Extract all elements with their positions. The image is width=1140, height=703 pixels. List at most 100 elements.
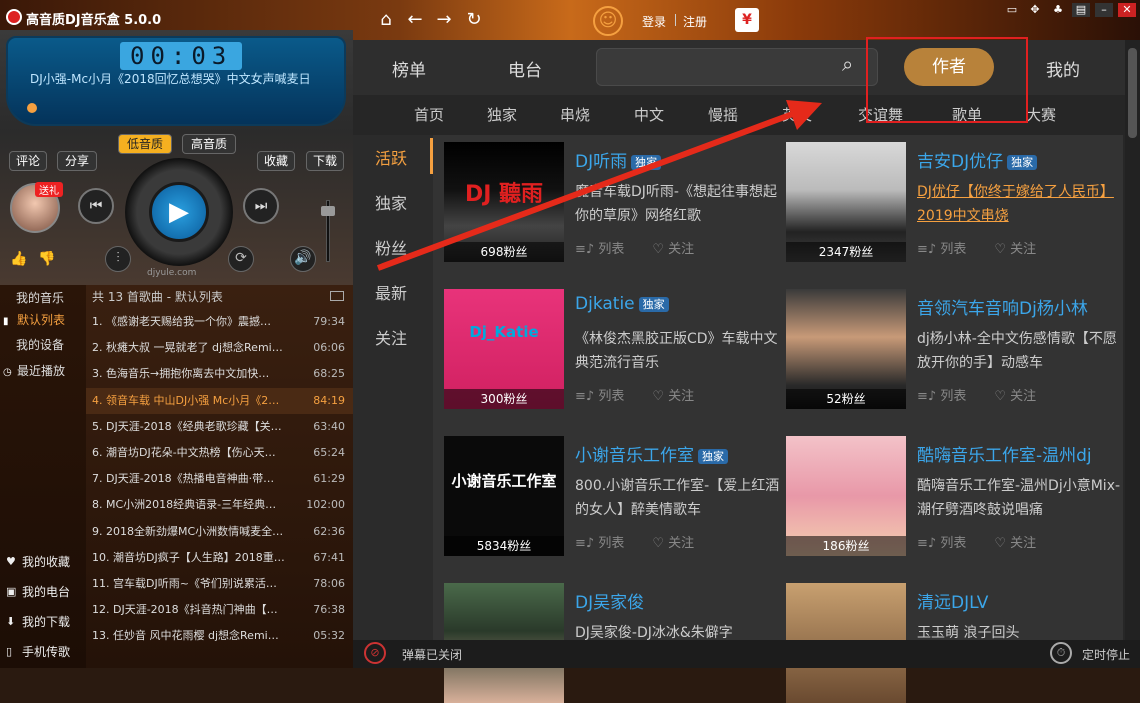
follow-button[interactable]: ♡ 关注	[994, 389, 1050, 404]
author-avatar[interactable]: 小谢音乐工作室 5834粉丝	[444, 436, 564, 556]
user-icon[interactable]: ☺	[593, 6, 623, 36]
list-button[interactable]: ≡♪ 列表	[575, 536, 638, 551]
previous-icon[interactable]: ⏮	[78, 188, 114, 224]
progress-dot[interactable]	[27, 103, 37, 113]
tab-charts[interactable]: 榜单	[392, 56, 426, 81]
my-favorites[interactable]: ♥ 我的收藏	[0, 548, 86, 576]
nav-recent[interactable]: ◷ 最近播放	[0, 359, 86, 383]
author-name[interactable]: 音领汽车音响Dj杨小林	[917, 294, 1088, 319]
playlist-row[interactable]: 2. 秋瘫大叔 一晃就老了 dj想念Remi… 06:06	[86, 335, 353, 361]
category-item[interactable]: 最新	[375, 280, 407, 304]
author-name[interactable]: DJ吴家俊	[575, 588, 644, 613]
author-avatar[interactable]: Dj_Katie 300粉丝	[444, 289, 564, 409]
category-item[interactable]: 粉丝	[375, 235, 407, 259]
scrollbar-thumb[interactable]	[1128, 48, 1137, 138]
forward-arrow-icon[interactable]: →	[434, 10, 454, 30]
tab-mine[interactable]: 我的	[1046, 56, 1080, 81]
danmu-status[interactable]: 弹幕已关闭	[402, 646, 462, 663]
search-input[interactable]	[596, 48, 878, 86]
playlist-row[interactable]: 10. 潮音坊DJ疯子【人生路】2018重… 67:41	[86, 545, 353, 571]
list-button[interactable]: ≡♪ 列表	[575, 389, 638, 404]
comment-button[interactable]: 评论	[9, 151, 47, 171]
author-desc[interactable]: dj杨小林-全中文伤感情歌【不愿放开你的手】动感车	[917, 327, 1127, 375]
my-downloads[interactable]: ⬇ 我的下载	[0, 608, 86, 636]
equalizer-icon[interactable]: ⫶	[105, 246, 131, 272]
nav-my-music[interactable]: 我的音乐	[0, 286, 86, 310]
subnav-item[interactable]: 中文	[634, 104, 664, 125]
playlist-row[interactable]: 7. DJ天涯-2018《热播电音神曲·带… 61:29	[86, 466, 353, 492]
author-desc[interactable]: 《林俊杰黑胶正版CD》车载中文典范流行音乐	[575, 327, 785, 375]
register-link[interactable]: 注册	[683, 13, 707, 30]
author-name[interactable]: DJ听雨 独家	[575, 147, 662, 172]
move-icon[interactable]: ✥	[1026, 3, 1044, 17]
playlist-row[interactable]: 8. MC小洲2018经典语录-三年经典… 102:00	[86, 492, 353, 518]
author-avatar[interactable]: 52粉丝	[786, 289, 906, 409]
list-button[interactable]: ≡♪ 列表	[917, 242, 980, 257]
playlist-row[interactable]: 1. 《感谢老天赐给我一个你》震撼… 79:34	[86, 309, 353, 335]
follow-button[interactable]: ♡ 关注	[652, 242, 708, 257]
follow-button[interactable]: ♡ 关注	[652, 536, 708, 551]
menu-icon[interactable]: ▤	[1072, 3, 1090, 17]
volume-icon[interactable]: 🔊	[290, 246, 316, 272]
home-icon[interactable]: ⌂	[376, 10, 396, 30]
timer-icon[interactable]: ⏱	[1050, 642, 1072, 664]
author-name[interactable]: 吉安DJ优仔 独家	[917, 147, 1038, 172]
phone-transfer[interactable]: ▯ 手机传歌	[0, 638, 86, 666]
nav-my-device[interactable]: 我的设备	[0, 333, 86, 357]
search-icon[interactable]: ⌕	[842, 52, 853, 76]
list-menu-icon[interactable]	[330, 291, 344, 301]
low-quality-button[interactable]: 低音质	[118, 134, 172, 154]
subnav-item[interactable]: 串烧	[560, 104, 590, 125]
tab-radio[interactable]: 电台	[508, 56, 542, 81]
author-name[interactable]: Djkatie 独家	[575, 294, 669, 314]
list-button[interactable]: ≡♪ 列表	[917, 389, 980, 404]
login-link[interactable]: 登录	[642, 13, 666, 30]
subnav-item[interactable]: 慢摇	[708, 104, 738, 125]
subnav-item[interactable]: 大赛	[1026, 104, 1056, 125]
author-avatar[interactable]: 2347粉丝	[786, 142, 906, 262]
nav-default-list[interactable]: ▮ 默认列表	[0, 308, 86, 332]
gift-box-icon[interactable]: ¥	[735, 8, 759, 32]
author-avatar[interactable]: DJ 聽雨 698粉丝	[444, 142, 564, 262]
my-radio[interactable]: ▣ 我的电台	[0, 578, 86, 606]
follow-button[interactable]: ♡ 关注	[652, 389, 708, 404]
category-item[interactable]: 独家	[375, 190, 407, 214]
category-item[interactable]: 关注	[375, 325, 407, 349]
list-button[interactable]: ≡♪ 列表	[575, 242, 638, 257]
author-desc[interactable]: 魔音车载DJ听雨-《想起往事想起你的草原》网络红歌	[575, 180, 785, 228]
next-icon[interactable]: ⏭	[243, 188, 279, 224]
playlist-row[interactable]: 4. 领音车载 中山DJ小强 Mc小月《2… 84:19	[86, 387, 353, 414]
play-icon[interactable]: ▶	[149, 182, 209, 242]
author-desc[interactable]: DJ优仔【你终于嫁给了人民币】2019中文串烧	[917, 180, 1127, 228]
playlist-row[interactable]: 6. 潮音坊DJ花朵-中文热榜【伤心天… 65:24	[86, 440, 353, 466]
collect-button[interactable]: 收藏	[257, 151, 295, 171]
thumb-up-icon[interactable]: 👍	[8, 248, 30, 270]
share-button[interactable]: 分享	[57, 151, 97, 171]
playlist-row[interactable]: 13. 任妙音 风中花雨樱 dj想念Remi… 05:32	[86, 623, 353, 649]
gift-badge[interactable]: 送礼	[35, 182, 63, 197]
list-button[interactable]: ≡♪ 列表	[917, 536, 980, 551]
playlist-row[interactable]: 11. 宫车载DJ听雨~《爷们别说累活… 78:06	[86, 571, 353, 597]
category-item[interactable]: 活跃	[375, 145, 407, 169]
subnav-item[interactable]: 独家	[487, 104, 517, 125]
playlist-row[interactable]: 9. 2018全新劲爆MC小洲数情喊麦全… 62:36	[86, 519, 353, 545]
subnav-item[interactable]: 英文	[782, 104, 812, 125]
mini-mode-icon[interactable]: ▭	[1003, 3, 1021, 17]
author-desc[interactable]: 800.小谢音乐工作室-【爱上红酒的女人】醉美情歌车	[575, 474, 785, 522]
author-avatar[interactable]: 186粉丝	[786, 436, 906, 556]
follow-button[interactable]: ♡ 关注	[994, 242, 1050, 257]
follow-button[interactable]: ♡ 关注	[994, 536, 1050, 551]
danmu-icon[interactable]: ⊘	[364, 642, 386, 664]
author-name[interactable]: 清远DJLV	[917, 588, 988, 613]
skin-icon[interactable]: ♣	[1049, 3, 1067, 17]
refresh-icon[interactable]: ↻	[464, 10, 484, 30]
playlist-row[interactable]: 12. DJ天涯-2018《抖音热门神曲【… 76:38	[86, 597, 353, 623]
author-name[interactable]: 小谢音乐工作室 独家	[575, 441, 728, 466]
back-arrow-icon[interactable]: ←	[405, 10, 425, 30]
subnav-item[interactable]: 首页	[414, 104, 444, 125]
loop-icon[interactable]: ⟳	[228, 246, 254, 272]
thumb-down-icon[interactable]: 👎	[36, 248, 58, 270]
author-name[interactable]: 酷嗨音乐工作室-温州dj	[917, 441, 1092, 466]
author-desc[interactable]: 酷嗨音乐工作室-温州Dj小意Mix-潮仔劈酒咚鼓说唱痛	[917, 474, 1127, 522]
download-button[interactable]: 下载	[306, 151, 344, 171]
